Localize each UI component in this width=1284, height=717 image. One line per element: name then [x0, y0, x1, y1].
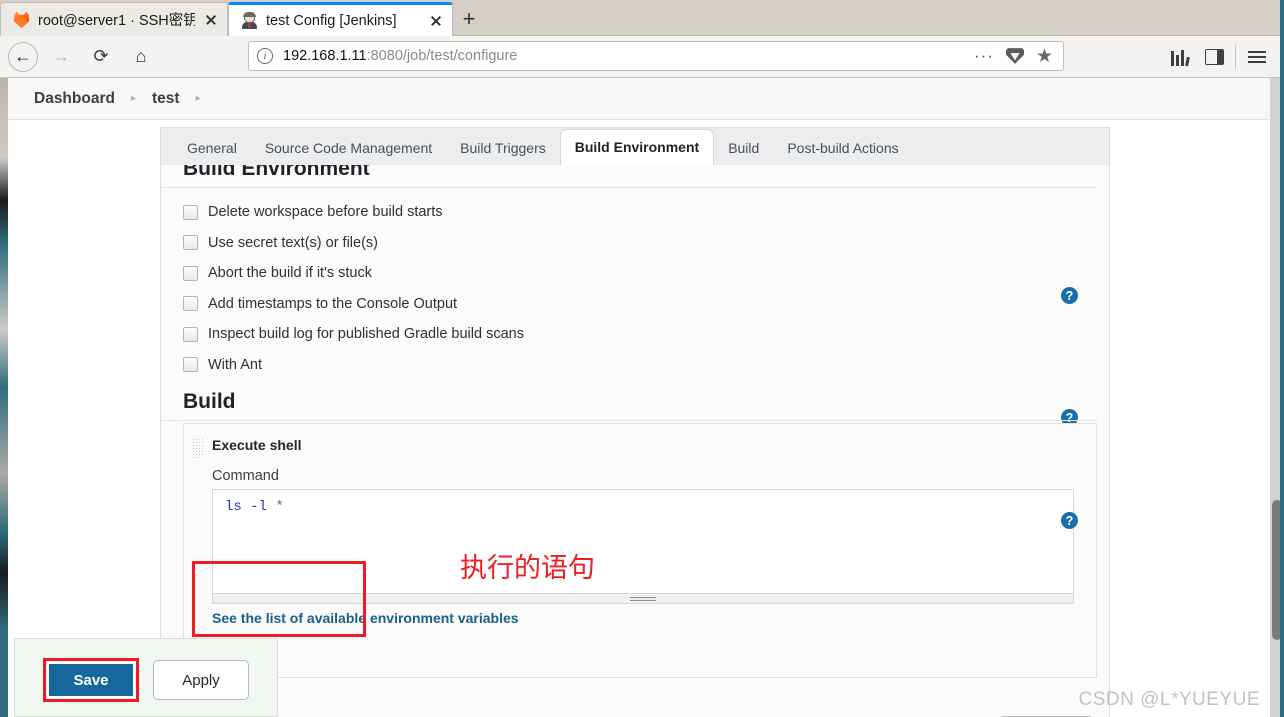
page-actions-icon[interactable]: ··· [974, 46, 994, 66]
bookmark-star-icon[interactable]: ★ [1036, 47, 1055, 66]
tab-build-triggers[interactable]: Build Triggers [446, 131, 560, 166]
firefox-icon [13, 11, 30, 28]
help-icon-secret-text[interactable]: ? [1061, 287, 1078, 304]
command-textarea[interactable]: ls -l * [212, 489, 1074, 594]
breadcrumb-separator-icon: ▸ [130, 93, 136, 104]
command-text: ls -l * [225, 499, 284, 515]
pocket-icon[interactable] [1006, 48, 1024, 64]
close-icon[interactable] [203, 12, 219, 28]
option-label: Abort the build if it's stuck [208, 265, 372, 282]
checkbox[interactable] [183, 357, 198, 373]
background-window-sliver [0, 0, 8, 717]
home-button[interactable]: ⌂ [124, 40, 158, 74]
breadcrumb-test[interactable]: test [148, 88, 184, 110]
option-label: Delete workspace before build starts [208, 204, 443, 221]
breadcrumb-dashboard[interactable]: Dashboard [30, 88, 119, 110]
command-text-glob: * [267, 499, 284, 515]
reload-button[interactable]: ⟳ [84, 40, 118, 74]
form-footer-bar: Save Apply [14, 638, 278, 717]
config-panel: Build Environment Delete workspace befor… [160, 165, 1110, 717]
option-inspect-gradle-scans[interactable]: Inspect build log for published Gradle b… [183, 319, 1063, 350]
forward-button[interactable]: → [44, 40, 78, 74]
tab-build-environment[interactable]: Build Environment [559, 129, 715, 166]
option-label: With Ant [208, 356, 262, 373]
help-icon-execute-shell[interactable]: ? [1061, 512, 1078, 529]
back-button[interactable]: ← [8, 41, 38, 72]
watermark: CSDN @L*YUEYUE [1078, 689, 1260, 710]
textarea-resize-bar[interactable] [212, 594, 1074, 604]
browser-tab-jenkins[interactable]: test Config [Jenkins] [228, 2, 453, 36]
option-label: Inspect build log for published Gradle b… [208, 326, 524, 343]
command-label: Command [212, 468, 279, 484]
checkbox[interactable] [183, 235, 198, 251]
browser-tabstrip: root@server1 · SSH密钥 test Config [Jenkin… [0, 0, 1284, 36]
browser-tab-ssh[interactable]: root@server1 · SSH密钥 [0, 2, 228, 36]
build-environment-heading: Build Environment [161, 165, 1097, 188]
option-label: Add timestamps to the Console Output [208, 295, 458, 312]
checkbox[interactable] [183, 296, 198, 312]
browser-tab-title: root@server1 · SSH密钥 [38, 13, 195, 29]
new-tab-button[interactable]: + [456, 6, 482, 32]
page-viewport: Dashboard ▸ test ▸ General Source Code M… [8, 78, 1270, 717]
option-add-timestamps[interactable]: Add timestamps to the Console Output [183, 289, 1063, 320]
breadcrumb: Dashboard ▸ test ▸ [8, 78, 1270, 120]
sidebar-icon[interactable] [1197, 40, 1231, 74]
hamburger-icon[interactable] [1240, 40, 1274, 74]
browser-tab-title: test Config [Jenkins] [266, 12, 397, 29]
jenkins-butler-icon [241, 12, 258, 29]
browser-toolbar-right [1163, 36, 1274, 78]
config-tab-bar: General Source Code Management Build Tri… [160, 127, 1110, 166]
tab-post-build-actions[interactable]: Post-build Actions [773, 131, 912, 166]
option-with-ant[interactable]: With Ant [183, 350, 1063, 381]
env-variables-link[interactable]: See the list of available environment va… [212, 610, 519, 626]
option-use-secret-text-or-files[interactable]: Use secret text(s) or file(s) [183, 228, 1063, 259]
checkbox[interactable] [183, 204, 198, 220]
library-icon[interactable] [1163, 40, 1197, 74]
option-delete-workspace[interactable]: Delete workspace before build starts [183, 197, 1063, 228]
screen-root: root@server1 · SSH密钥 test Config [Jenkin… [0, 0, 1284, 717]
build-step-execute-shell: Execute shell Command ls -l * See the li… [183, 423, 1097, 678]
resize-grip-icon[interactable] [630, 597, 656, 601]
option-abort-if-stuck[interactable]: Abort the build if it's stuck [183, 258, 1063, 289]
tab-build[interactable]: Build [714, 131, 773, 166]
url-path: :8080/job/test/configure [366, 48, 518, 64]
save-button[interactable]: Save [47, 662, 135, 698]
drag-handle-icon[interactable] [192, 438, 205, 460]
command-text-cmd: ls -l [225, 499, 268, 515]
tab-source-code-management[interactable]: Source Code Management [251, 131, 446, 166]
background-window-right-edge [1280, 0, 1284, 717]
build-step-title: Execute shell [212, 437, 302, 453]
tab-general[interactable]: General [173, 131, 251, 166]
apply-button[interactable]: Apply [153, 660, 249, 700]
toolbar-divider [1235, 45, 1236, 69]
breadcrumb-separator-icon[interactable]: ▸ [186, 93, 211, 104]
address-bar[interactable]: i 192.168.1.11 :8080/job/test/configure … [248, 41, 1064, 71]
info-icon[interactable]: i [257, 48, 273, 64]
annotation-text-command: 执行的语句 [460, 553, 595, 584]
checkbox[interactable] [183, 265, 198, 281]
close-icon[interactable] [428, 13, 444, 29]
checkbox[interactable] [183, 326, 198, 342]
url-host: 192.168.1.11 [283, 48, 367, 64]
option-label: Use secret text(s) or file(s) [208, 234, 378, 251]
build-heading: Build [161, 390, 1097, 421]
build-environment-options: Delete workspace before build starts Use… [183, 197, 1063, 380]
